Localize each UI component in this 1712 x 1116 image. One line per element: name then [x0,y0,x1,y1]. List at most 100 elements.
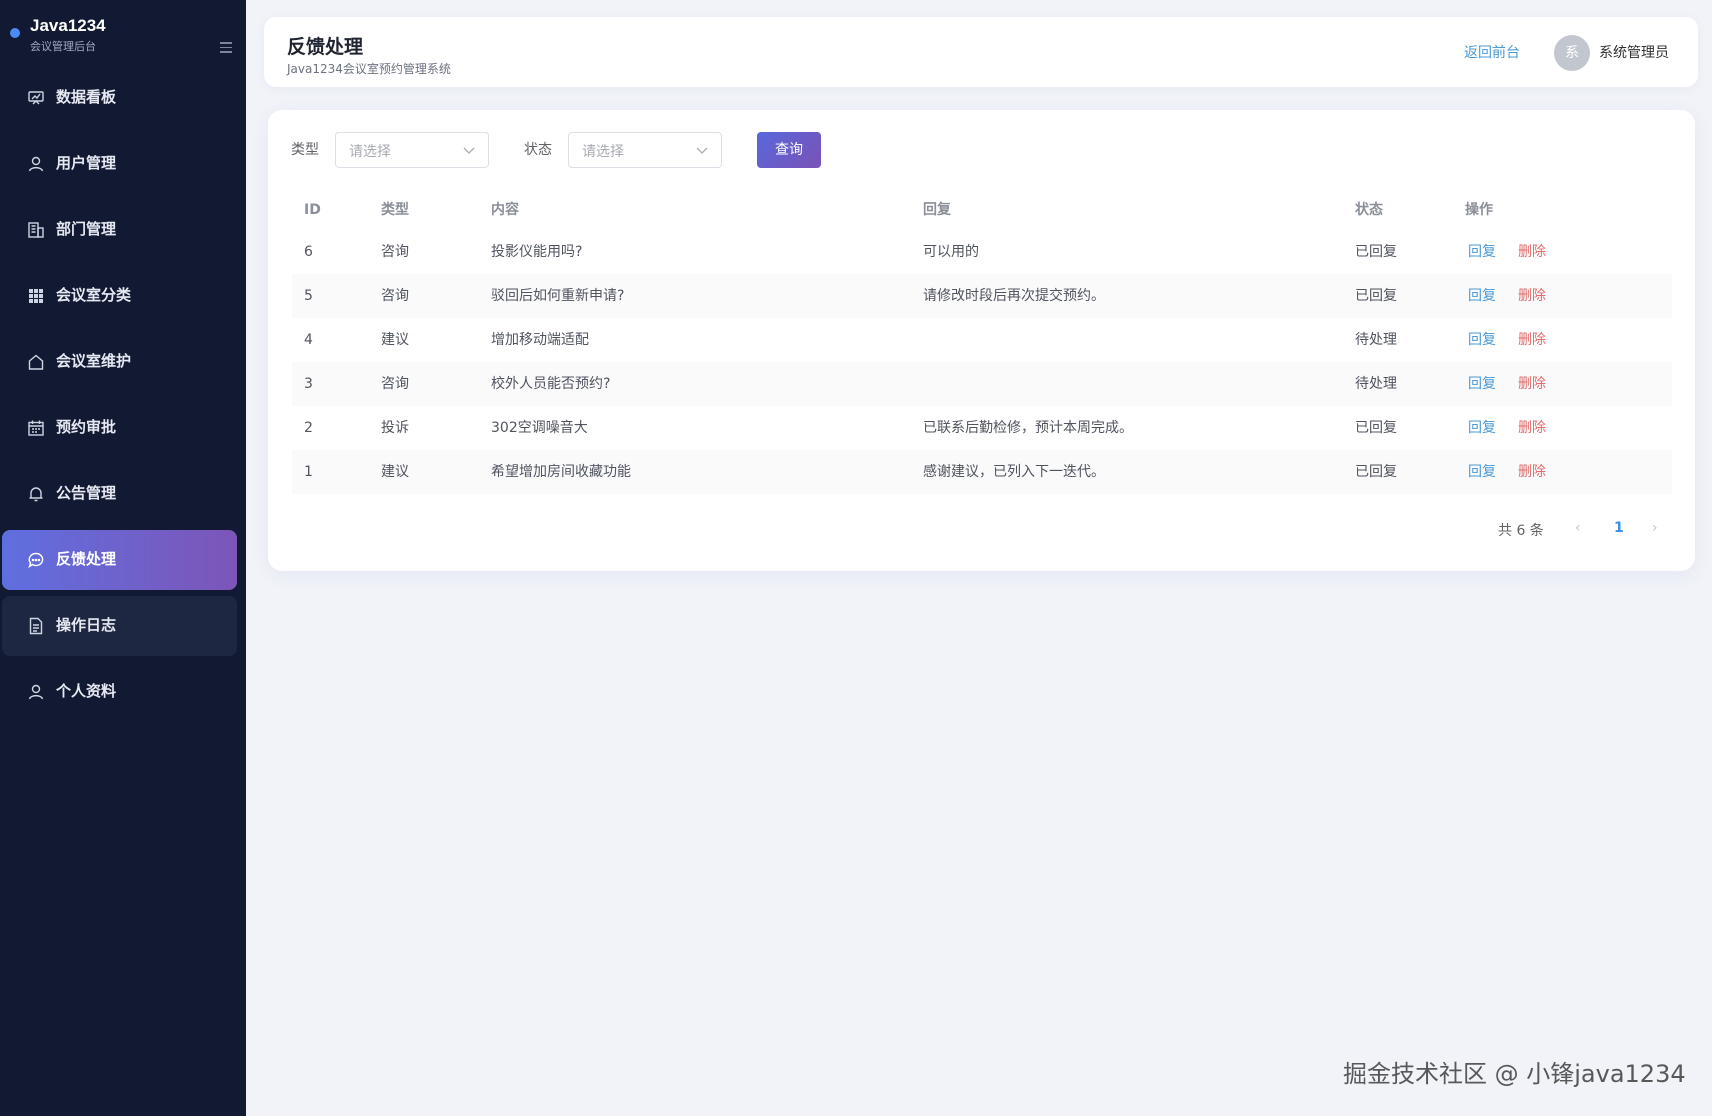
table-row: 6 咨询 投影仪能用吗? 可以用的 已回复 回复 删除 [292,230,1672,274]
chevron-right-icon[interactable]: › [1652,520,1658,536]
column-header-id: ID [304,202,321,218]
collapse-menu-icon[interactable] [220,42,234,56]
brand-dot-icon [10,28,20,38]
calendar-icon [28,420,44,436]
cell-reply: 已联系后勤检修，预计本周完成。 [923,420,1133,436]
reply-button[interactable]: 回复 [1468,450,1496,494]
page-title: 反馈处理 [287,36,364,58]
cell-content: 投影仪能用吗? [491,244,583,260]
column-header-status: 状态 [1355,202,1383,218]
cell-reply: 可以用的 [923,244,979,260]
user-icon [28,156,44,172]
delete-button[interactable]: 删除 [1518,362,1546,406]
cell-type: 咨询 [381,244,409,260]
cell-reply: 请修改时段后再次提交预约。 [923,288,1105,304]
column-header-reply: 回复 [923,202,951,218]
cell-type: 咨询 [381,288,409,304]
delete-button[interactable]: 删除 [1518,318,1546,362]
page-subtitle: Java1234会议室预约管理系统 [287,62,451,76]
sidebar-item-label: 反馈处理 [56,550,117,568]
sidebar-item-room-maintenance[interactable]: 会议室维护 [2,332,237,392]
query-button[interactable]: 查询 [757,132,821,168]
sidebar-item-label: 数据看板 [56,88,117,106]
chevron-down-icon [463,147,475,154]
profile-icon [28,684,44,700]
cell-content: 驳回后如何重新申请? [491,288,625,304]
sidebar-item-profile[interactable]: 个人资料 [2,662,237,722]
cell-id: 3 [304,376,313,392]
sidebar-item-users[interactable]: 用户管理 [2,134,237,194]
reply-button[interactable]: 回复 [1468,406,1496,450]
reply-button[interactable]: 回复 [1468,274,1496,318]
sidebar-item-departments[interactable]: 部门管理 [2,200,237,260]
sidebar-item-announcements[interactable]: 公告管理 [2,464,237,524]
cell-content: 希望增加房间收藏功能 [491,464,631,480]
delete-button[interactable]: 删除 [1518,406,1546,450]
grid-icon [29,289,43,303]
cell-id: 6 [304,244,313,260]
brand-title: Java1234 [30,16,106,35]
cell-status: 待处理 [1355,332,1397,348]
pagination-page[interactable]: 1 [1614,520,1624,536]
cell-status: 已回复 [1355,244,1397,260]
document-icon [29,617,43,635]
delete-button[interactable]: 删除 [1518,450,1546,494]
cell-id: 1 [304,464,313,480]
type-select[interactable]: 请选择 [335,132,489,168]
sidebar-item-booking-approval[interactable]: 预约审批 [2,398,237,458]
status-select-placeholder: 请选择 [582,144,624,160]
sidebar: Java1234 会议管理后台 数据看板 用户管理 部门管理 会议室分类 会议室… [0,0,246,1116]
chevron-down-icon [696,147,708,154]
brand-subtitle: 会议管理后台 [30,40,96,53]
back-to-frontend-link[interactable]: 返回前台 [1464,42,1520,62]
sidebar-item-room-categories[interactable]: 会议室分类 [2,266,237,326]
status-filter-label: 状态 [524,142,552,158]
table-row: 2 投诉 302空调噪音大 已联系后勤检修，预计本周完成。 已回复 回复 删除 [292,406,1672,450]
reply-button[interactable]: 回复 [1468,230,1496,274]
sidebar-item-operation-log[interactable]: 操作日志 [2,596,237,656]
watermark: 掘金技术社区 @ 小锋java1234 [1343,1060,1686,1088]
cell-status: 已回复 [1355,464,1397,480]
avatar[interactable]: 系 [1554,35,1590,71]
building-icon [28,222,44,238]
sidebar-item-label: 操作日志 [56,616,117,634]
brand: Java1234 会议管理后台 [10,16,235,56]
chevron-left-icon[interactable]: ‹ [1575,520,1581,536]
reply-button[interactable]: 回复 [1468,318,1496,362]
sidebar-item-label: 会议室分类 [56,286,132,304]
sidebar-item-feedback[interactable]: 反馈处理 [2,530,237,590]
column-header-content: 内容 [491,202,519,218]
sidebar-item-label: 用户管理 [56,154,117,172]
cell-type: 投诉 [381,420,409,436]
feedback-card: 类型 请选择 状态 请选择 查询 ID 类型 内容 回复 状态 操作 6 咨询 … [268,110,1695,571]
cell-type: 建议 [381,464,409,480]
bell-icon [29,487,43,502]
cell-content: 增加移动端适配 [491,332,589,348]
cell-status: 待处理 [1355,376,1397,392]
cell-id: 2 [304,420,313,436]
cell-reply: 感谢建议，已列入下一迭代。 [923,464,1105,480]
type-filter-label: 类型 [291,142,319,158]
cell-id: 4 [304,332,313,348]
sidebar-item-label: 预约审批 [56,418,117,436]
delete-button[interactable]: 删除 [1518,230,1546,274]
user-name[interactable]: 系统管理员 [1599,42,1669,62]
cell-type: 咨询 [381,376,409,392]
table-row: 1 建议 希望增加房间收藏功能 感谢建议，已列入下一迭代。 已回复 回复 删除 [292,450,1672,494]
table-row: 3 咨询 校外人员能否预约? 待处理 回复 删除 [292,362,1672,406]
column-header-actions: 操作 [1465,202,1493,218]
table-row: 5 咨询 驳回后如何重新申请? 请修改时段后再次提交预约。 已回复 回复 删除 [292,274,1672,318]
sidebar-item-label: 会议室维护 [56,352,132,370]
sidebar-item-label: 部门管理 [56,220,117,238]
home-icon [28,354,44,370]
sidebar-item-dashboard[interactable]: 数据看板 [2,68,237,128]
type-select-placeholder: 请选择 [349,144,391,160]
status-select[interactable]: 请选择 [568,132,722,168]
sidebar-item-label: 公告管理 [56,484,117,502]
cell-status: 已回复 [1355,420,1397,436]
reply-button[interactable]: 回复 [1468,362,1496,406]
delete-button[interactable]: 删除 [1518,274,1546,318]
cell-content: 302空调噪音大 [491,420,588,436]
chat-icon [28,552,44,569]
column-header-type: 类型 [381,202,409,218]
